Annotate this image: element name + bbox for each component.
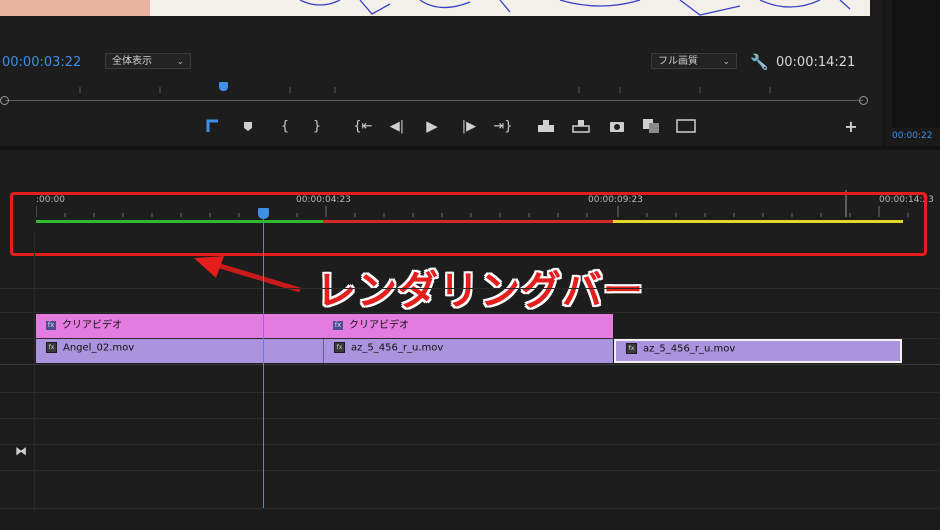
track-separator <box>0 312 940 313</box>
scroll-end-handle[interactable] <box>859 96 868 105</box>
comparison-glyph <box>643 119 659 133</box>
video-frame-drawing <box>0 0 851 16</box>
track-header-divider <box>34 230 35 530</box>
insert-icon[interactable] <box>535 117 557 135</box>
current-timecode[interactable]: 00:00:03:22 <box>2 55 81 70</box>
track-separator <box>0 418 940 419</box>
overwrite-glyph <box>572 120 590 133</box>
side-panel-timecode: 00:00:22 <box>892 131 933 141</box>
add-button-icon[interactable]: + <box>840 117 862 136</box>
track-separator <box>0 364 940 365</box>
track-separator <box>0 392 940 393</box>
effect-clip[interactable]: fx クリアビデオ <box>36 314 323 338</box>
effect-clip-label: クリアビデオ <box>349 320 409 331</box>
marker-glyph <box>244 122 252 131</box>
timeline-playhead-line <box>263 210 264 508</box>
video-clip[interactable]: fx az_5_456_r_u.mov <box>323 339 613 363</box>
monitor-scrollbar-track[interactable] <box>5 100 863 101</box>
track-separator <box>0 444 940 445</box>
video-clip-icon: fx <box>626 343 637 354</box>
bottom-scroll-strip[interactable] <box>0 512 940 530</box>
zoom-dropdown[interactable]: 全体表示 ⌄ <box>105 53 191 69</box>
render-bar-highlight-box <box>10 192 927 256</box>
insert-glyph <box>538 120 554 132</box>
mark-in-glyph <box>206 119 218 132</box>
quality-dropdown-label: フル画質 <box>658 56 698 67</box>
effect-clip[interactable]: fx クリアビデオ <box>323 314 613 338</box>
track-separator <box>0 470 940 471</box>
chevron-down-icon: ⌄ <box>176 57 184 67</box>
monitor-playhead[interactable] <box>219 82 228 91</box>
effect-clip-label: クリアビデオ <box>62 320 122 331</box>
wrench-icon[interactable]: 🔧 <box>750 53 769 71</box>
comparison-view-icon[interactable] <box>640 117 662 135</box>
video-clip-icon: fx <box>334 342 345 353</box>
go-to-in-icon[interactable]: {⇤ <box>352 117 374 135</box>
export-frame-icon[interactable] <box>606 117 628 135</box>
track-separator <box>0 288 940 289</box>
duration-timecode: 00:00:14:21 <box>776 55 856 70</box>
camera-glyph <box>610 122 624 132</box>
side-panel-inner <box>892 0 940 128</box>
add-marker-icon[interactable] <box>237 117 259 135</box>
scroll-start-handle[interactable] <box>0 96 9 105</box>
monitor-ruler-ticks <box>79 87 771 93</box>
video-clip-label: az_5_456_r_u.mov <box>351 342 444 354</box>
step-forward-icon[interactable]: |▶ <box>458 117 480 135</box>
panel-separator <box>0 146 940 150</box>
overwrite-icon[interactable] <box>570 117 592 135</box>
safe-margins-icon[interactable] <box>675 117 697 135</box>
mark-out-brace-icon[interactable]: } <box>306 117 328 135</box>
zoom-dropdown-label: 全体表示 <box>112 56 152 67</box>
fx-badge-icon: fx <box>46 320 56 330</box>
video-clip-label: Angel_02.mov <box>63 342 135 354</box>
play-icon[interactable]: ▶ <box>421 117 443 135</box>
video-clip-selected[interactable]: fx az_5_456_r_u.mov <box>614 339 902 363</box>
fx-badge-icon: fx <box>333 320 343 330</box>
mark-in-icon[interactable] <box>202 117 224 135</box>
step-back-icon[interactable]: ◀| <box>386 117 408 135</box>
annotation-label: レンダリングバー <box>316 268 644 314</box>
go-to-out-icon[interactable]: ⇥} <box>492 117 514 135</box>
bowtie-icon[interactable]: ⧓ <box>15 444 27 458</box>
chevron-down-icon: ⌄ <box>722 57 730 67</box>
track-separator <box>0 508 940 509</box>
video-clip[interactable]: fx Angel_02.mov <box>36 339 323 363</box>
timeline-playhead-handle[interactable] <box>258 208 269 219</box>
annotation-arrow <box>194 256 301 292</box>
video-preview <box>0 0 870 16</box>
monitor-time-ruler[interactable] <box>0 80 870 94</box>
video-clip-label: az_5_456_r_u.mov <box>643 343 736 355</box>
quality-dropdown[interactable]: フル画質 ⌄ <box>651 53 737 69</box>
mark-in-brace-icon[interactable]: { <box>274 117 296 135</box>
safe-margins-glyph <box>676 119 696 133</box>
video-clip-icon: fx <box>46 342 57 353</box>
